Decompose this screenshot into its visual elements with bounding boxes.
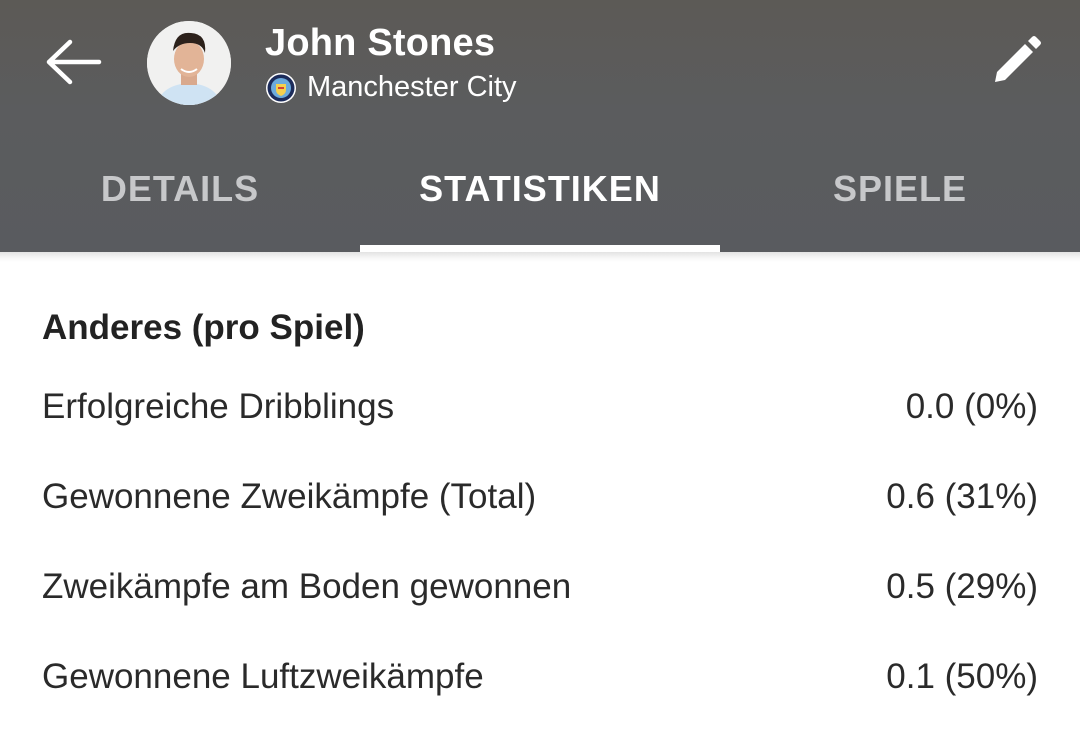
stat-row: Zweikämpfe am Boden gewonnen 0.5 (29%) [42, 542, 1038, 632]
stat-label: Zweikämpfe am Boden gewonnen [42, 567, 572, 606]
section-title: Anderes (pro Spiel) [42, 308, 365, 347]
tab-label: DETAILS [100, 168, 260, 209]
tab-spiele[interactable]: SPIELE [720, 148, 1080, 252]
stat-value: 0.1 (50%) [886, 657, 1038, 696]
stat-label: Erfolgreiche Dribblings [42, 387, 395, 426]
stats-list: Erfolgreiche Dribblings 0.0 (0%) Gewonne… [42, 362, 1038, 722]
stat-label: Gewonnene Luftzweikämpfe [42, 657, 484, 696]
club-name: Manchester City [307, 71, 517, 103]
player-header: John Stones Manchester City DETAILS STAT [0, 0, 1080, 252]
stat-row: Gewonnene Luftzweikämpfe 0.1 (50%) [42, 632, 1038, 722]
tab-label: SPIELE [832, 168, 968, 209]
stat-value: 0.5 (29%) [886, 567, 1038, 606]
back-button[interactable] [40, 34, 106, 94]
stat-label: Gewonnene Zweikämpfe (Total) [42, 477, 537, 516]
pencil-icon [989, 34, 1043, 93]
header-divider [0, 252, 1080, 262]
player-name: John Stones [265, 22, 496, 64]
stat-row: Erfolgreiche Dribblings 0.0 (0%) [42, 362, 1038, 452]
tab-details[interactable]: DETAILS [0, 148, 360, 252]
tab-label: STATISTIKEN [419, 168, 661, 209]
club-row[interactable]: Manchester City [265, 71, 517, 104]
manchester-city-crest-icon [265, 72, 297, 104]
stat-value: 0.0 (0%) [905, 387, 1038, 426]
stat-value: 0.6 (31%) [886, 477, 1038, 516]
tab-bar: DETAILS STATISTIKEN SPIELE [0, 148, 1080, 252]
stat-row: Gewonnene Zweikämpfe (Total) 0.6 (31%) [42, 452, 1038, 542]
tab-statistiken[interactable]: STATISTIKEN [360, 148, 720, 252]
edit-button[interactable] [985, 32, 1047, 94]
active-tab-indicator [360, 245, 720, 252]
player-avatar [147, 21, 231, 105]
arrow-left-icon [44, 37, 102, 92]
stats-section: Anderes (pro Spiel) Erfolgreiche Dribbli… [0, 308, 1080, 722]
